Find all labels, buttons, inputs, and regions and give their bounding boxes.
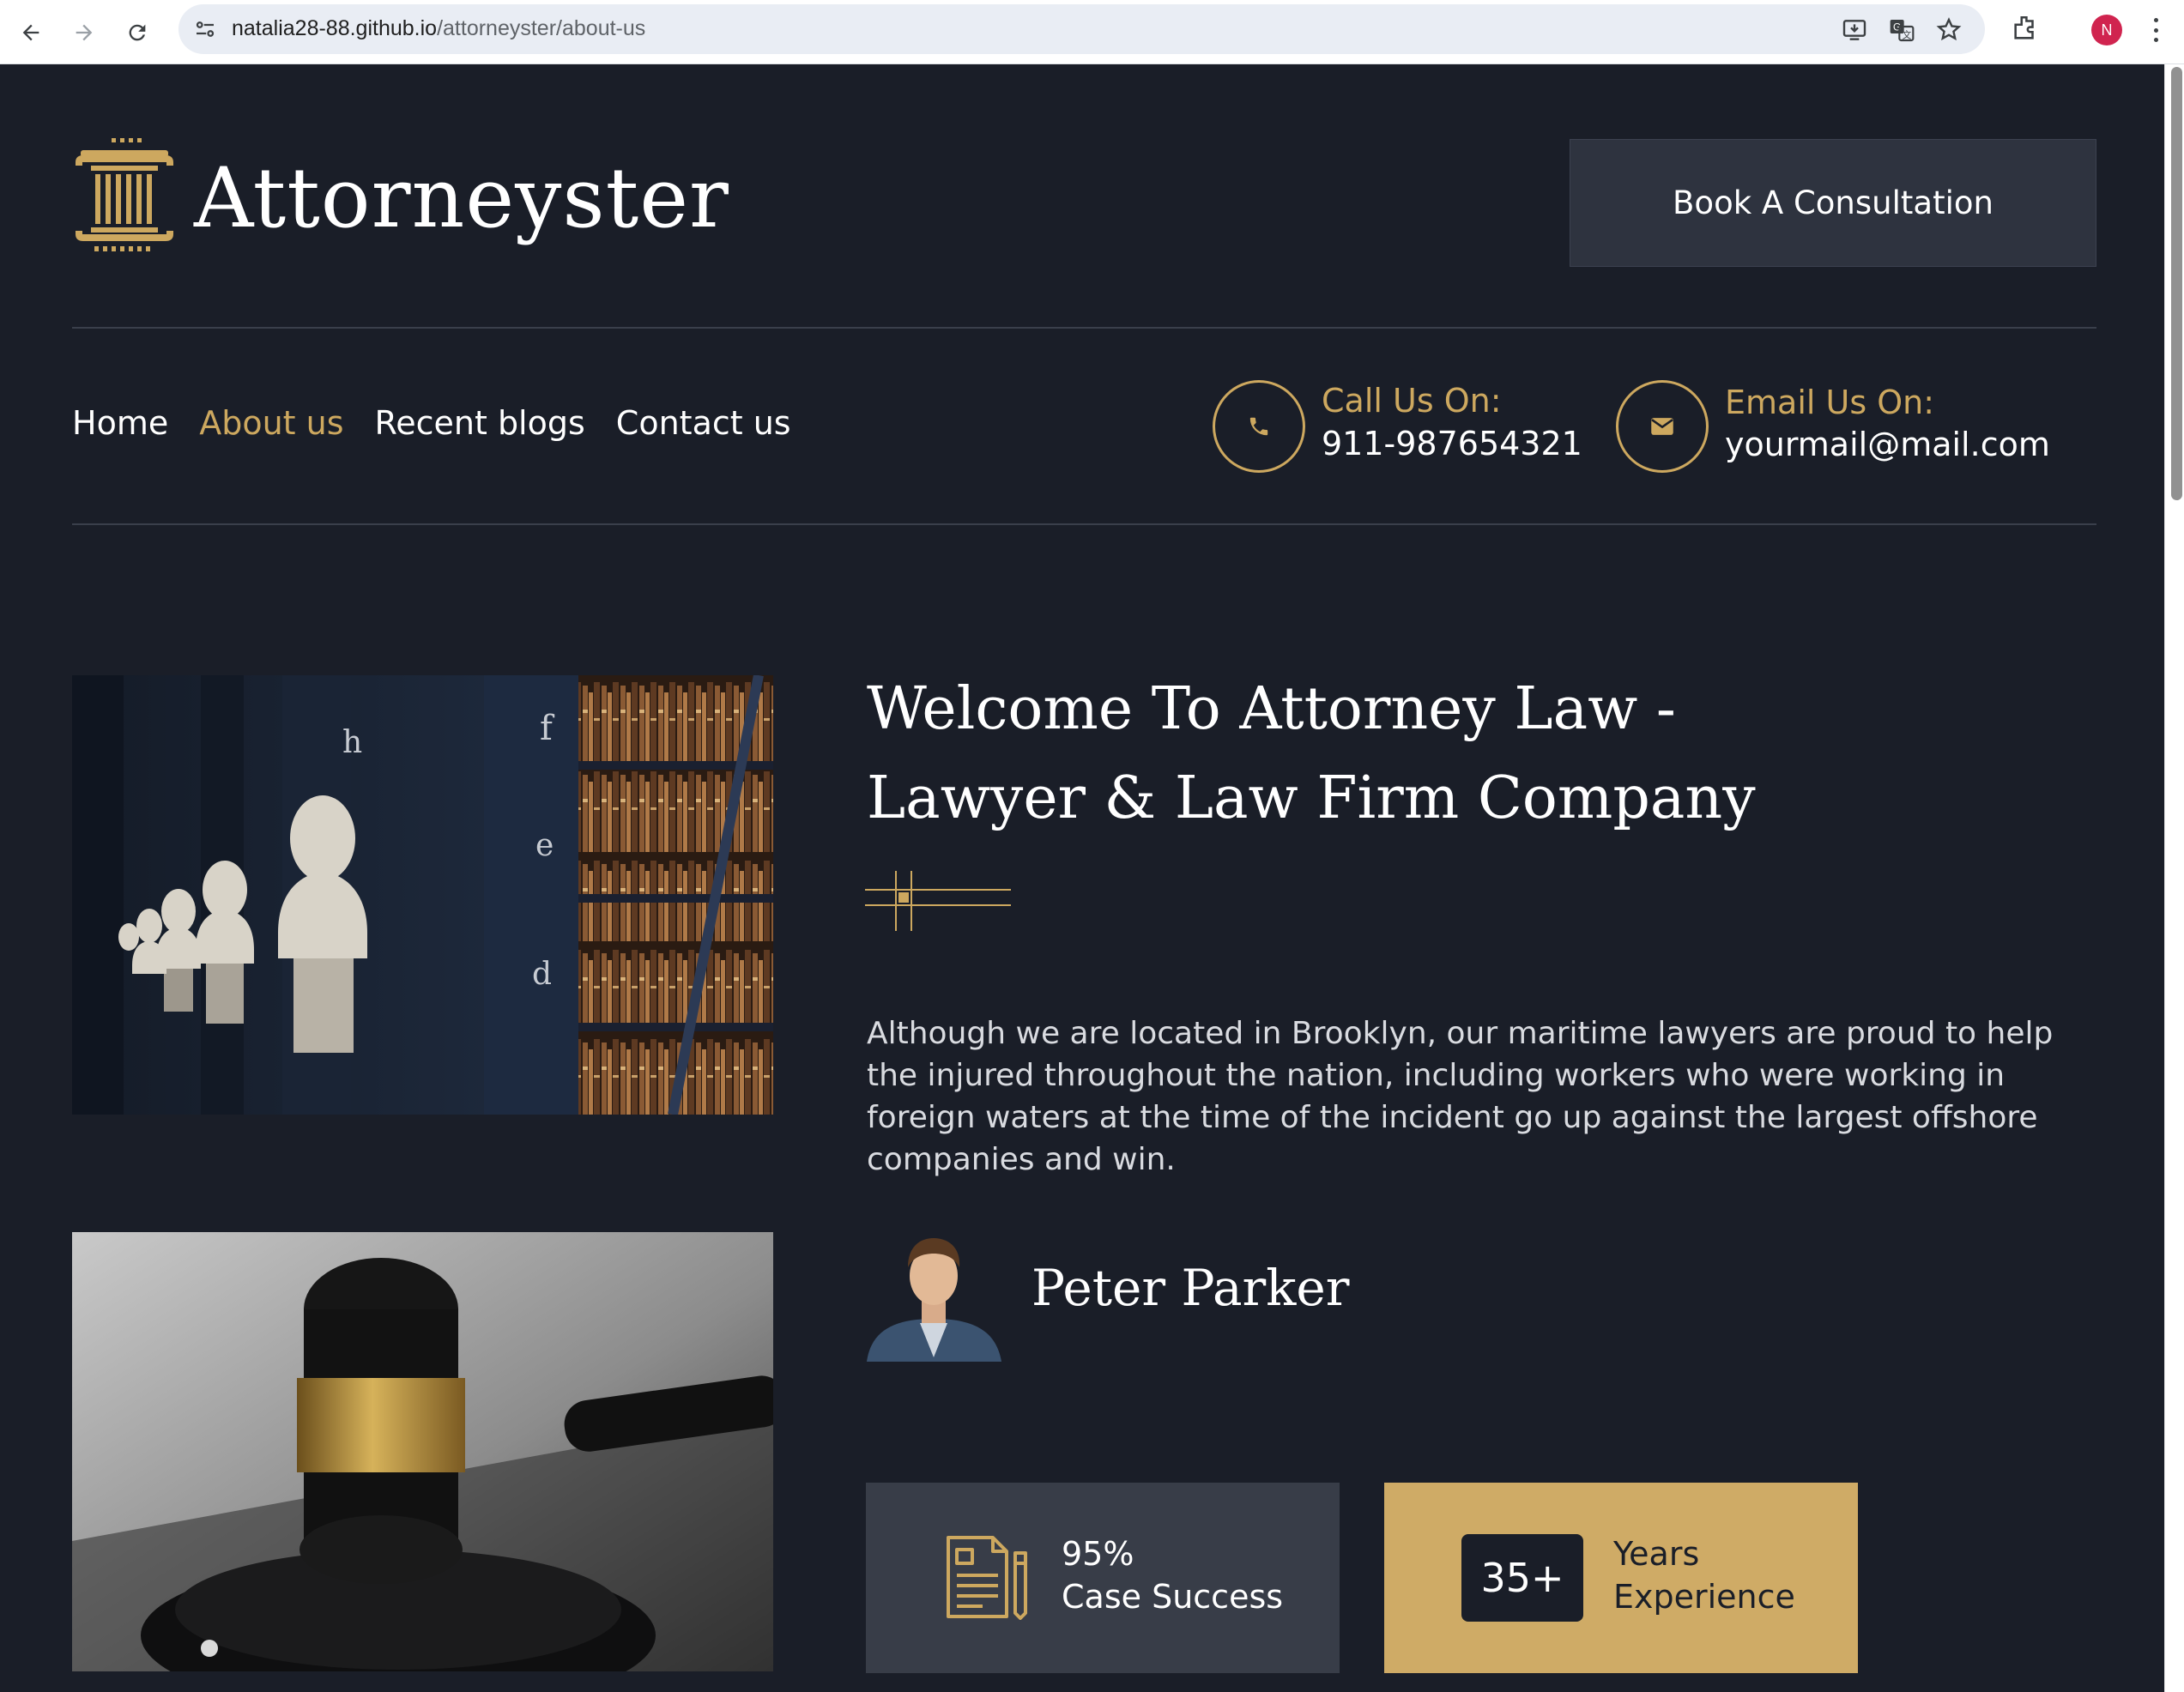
svg-text:e: e xyxy=(535,828,554,863)
heading-line-1: Welcome To Attorney Law - xyxy=(867,675,1676,743)
document-pencil-icon xyxy=(947,1536,1027,1620)
gold-divider-ornament xyxy=(865,871,1011,931)
about-heading: Welcome To Attorney Law - Lawyer & Law F… xyxy=(867,665,1982,843)
svg-text:d: d xyxy=(532,957,552,992)
case-success-label: Case Success xyxy=(1062,1578,1284,1616)
gavel-image xyxy=(72,1232,773,1671)
phone-label: Call Us On: xyxy=(1322,382,1502,420)
reload-icon[interactable] xyxy=(120,15,154,50)
phone-value[interactable]: 911-987654321 xyxy=(1322,425,1582,462)
years-experience-card: 35+ Years Experience xyxy=(1384,1483,1858,1673)
svg-text:文: 文 xyxy=(1903,29,1912,40)
library-busts-image: h f e d xyxy=(72,675,773,1115)
author-name: Peter Parker xyxy=(1032,1259,1350,1317)
years-badge: 35+ xyxy=(1461,1534,1583,1622)
nav-item-contact-us[interactable]: Contact us xyxy=(616,404,791,442)
header-divider xyxy=(72,327,2096,329)
envelope-icon xyxy=(1616,380,1709,473)
nav-item-about-us[interactable]: About us xyxy=(199,404,343,442)
phone-icon xyxy=(1213,380,1305,473)
browser-toolbar: natalia28-88.github.io/attorneyster/abou… xyxy=(0,0,2184,64)
address-bar[interactable]: natalia28-88.github.io/attorneyster/abou… xyxy=(178,4,1985,54)
about-paragraph: Although we are located in Brooklyn, our… xyxy=(867,1016,2054,1177)
menu-kebab-icon[interactable] xyxy=(2147,15,2164,45)
scrollbar-thumb[interactable] xyxy=(2171,67,2182,500)
main-nav: Home About us Recent blogs Contact us xyxy=(72,404,791,442)
forward-arrow-icon[interactable] xyxy=(67,15,101,50)
pillar-logo-icon[interactable] xyxy=(72,138,177,258)
email-label: Email Us On: xyxy=(1725,384,1934,421)
case-success-card: 95% Case Success xyxy=(866,1483,1340,1673)
page-content: Attorneyster Book A Consultation Home Ab… xyxy=(0,64,2164,1692)
book-consultation-button[interactable]: Book A Consultation xyxy=(1570,139,2096,267)
years-experience-text: Years Experience xyxy=(1613,1532,1795,1618)
profile-avatar[interactable]: N xyxy=(2091,15,2122,45)
case-success-percent: 95% xyxy=(1062,1535,1134,1573)
case-success-text: 95% Case Success xyxy=(1062,1532,1283,1618)
years-label-line-2: Experience xyxy=(1613,1578,1795,1616)
years-label-line-1: Years xyxy=(1613,1535,1700,1573)
extensions-icon[interactable] xyxy=(2011,14,2040,43)
email-value[interactable]: yourmail@mail.com xyxy=(1725,426,2050,463)
bookmark-star-icon[interactable] xyxy=(1935,16,1963,44)
install-app-icon[interactable] xyxy=(1841,16,1868,44)
brand-name[interactable]: Attorneyster xyxy=(194,150,729,246)
nav-item-home[interactable]: Home xyxy=(72,404,168,442)
site-info-icon[interactable] xyxy=(192,16,218,42)
author-avatar xyxy=(867,1229,1001,1362)
nav-divider xyxy=(72,523,2096,525)
back-arrow-icon[interactable] xyxy=(14,15,48,50)
translate-icon[interactable]: G文 xyxy=(1888,16,1915,44)
heading-line-2: Lawyer & Law Firm Company xyxy=(867,764,1756,832)
nav-item-recent-blogs[interactable]: Recent blogs xyxy=(375,404,585,442)
svg-text:h: h xyxy=(342,725,362,760)
url-text: natalia28-88.github.io/attorneyster/abou… xyxy=(232,16,646,40)
